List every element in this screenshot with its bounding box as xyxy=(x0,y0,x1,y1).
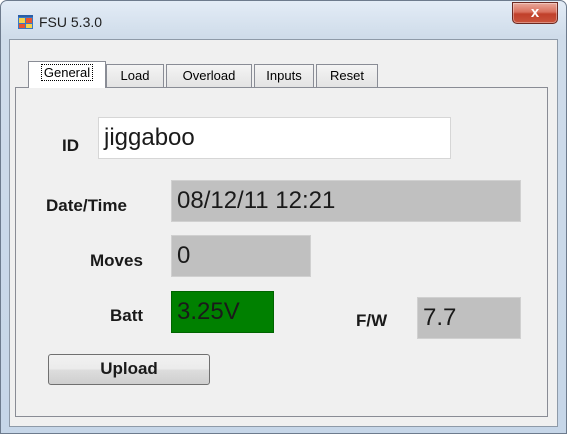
fw-version-field: 7.7 xyxy=(417,297,521,339)
datetime-label: Date/Time xyxy=(46,196,127,215)
moves-field: 0 xyxy=(171,235,311,277)
fw-label: F/W xyxy=(356,311,388,330)
moves-label: Moves xyxy=(90,251,143,270)
datetime-field: 08/12/11 12:21 xyxy=(171,180,521,222)
id-label: ID xyxy=(62,136,79,155)
batt-status-field: 3.25V xyxy=(171,291,274,333)
upload-button[interactable]: Upload xyxy=(48,354,210,385)
batt-label: Batt xyxy=(110,306,144,325)
general-form: ID jiggaboo Date/Time 08/12/11 12:21 Mov… xyxy=(0,0,569,436)
id-input[interactable]: jiggaboo xyxy=(98,117,451,159)
